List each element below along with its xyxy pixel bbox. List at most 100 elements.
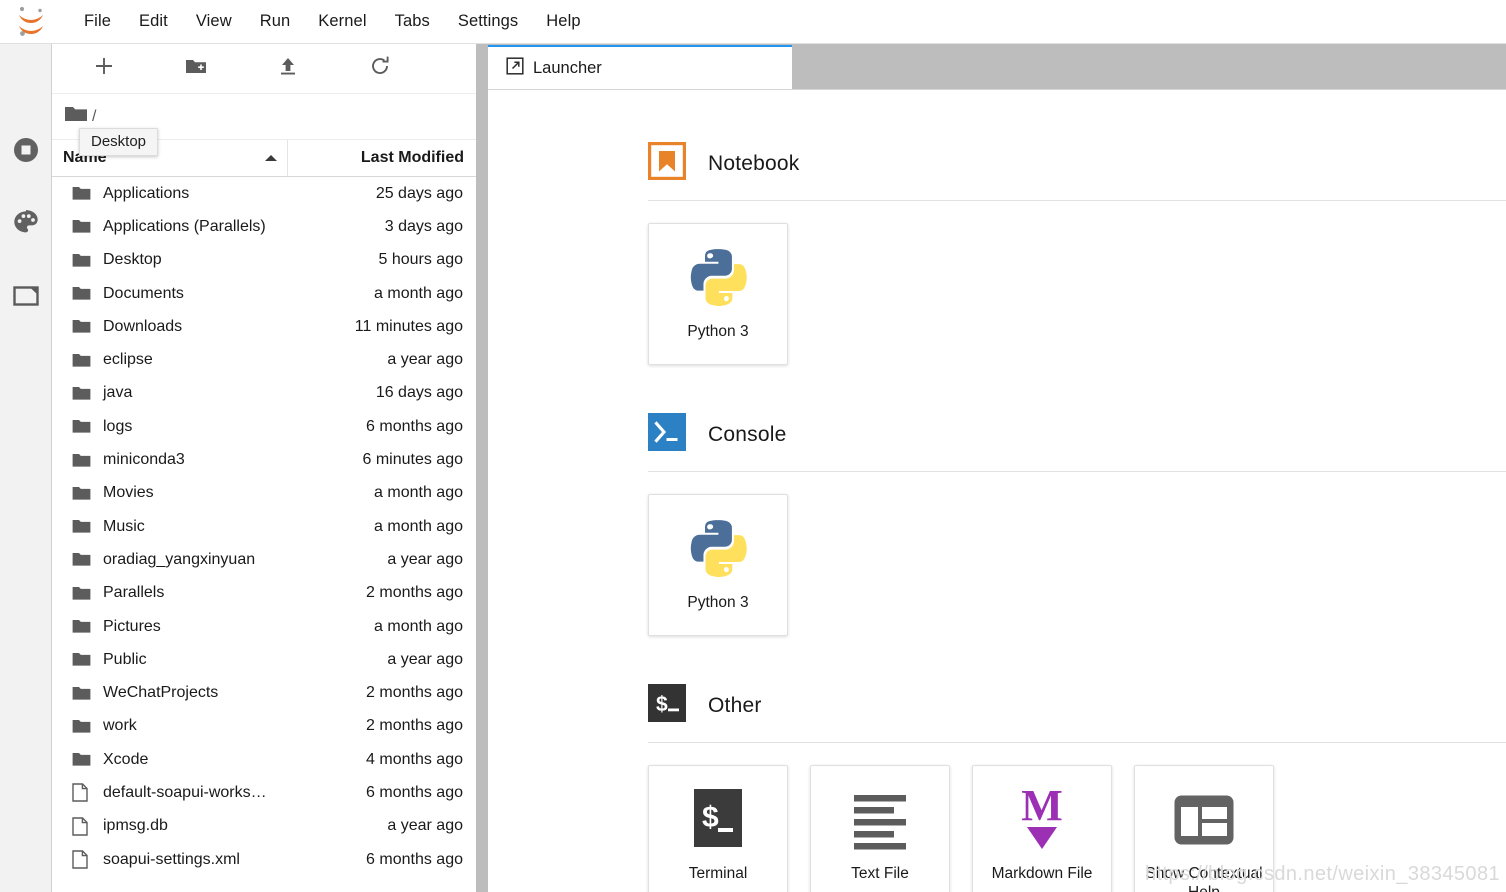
sidebar-item-commands[interactable] (0, 199, 52, 251)
file-list-item[interactable]: Pictures a month ago (52, 610, 476, 643)
column-header-last-modified[interactable]: Last Modified (288, 140, 476, 176)
launcher-section-notebook-title: Notebook (708, 151, 800, 175)
file-list-item-name: Applications (103, 184, 190, 202)
folder-icon (72, 519, 94, 534)
file-icon (72, 817, 94, 836)
panel-splitter[interactable] (476, 44, 488, 892)
file-list-item-modified: 16 days ago (375, 384, 463, 402)
file-list-item-modified: 2 months ago (366, 684, 463, 702)
menu-item-settings[interactable]: Settings (444, 8, 532, 35)
file-list-item[interactable]: miniconda3 6 minutes ago (52, 443, 476, 476)
launcher-cards-notebook: Python 3 (648, 223, 1506, 365)
upload-button[interactable] (242, 48, 334, 90)
new-launcher-button[interactable] (58, 48, 150, 90)
launcher-card-show-contextual-help-label: Show Contextual Help (1145, 865, 1263, 892)
launcher-section-console-header: Console (648, 413, 1506, 456)
python-logo-icon (685, 515, 751, 583)
menu-item-kernel[interactable]: Kernel (304, 8, 380, 35)
file-list-item[interactable]: Xcode 4 months ago (52, 743, 476, 776)
svg-text:M: M (1021, 787, 1063, 830)
file-list-item[interactable]: Applications (Parallels) 3 days ago (52, 210, 476, 243)
svg-text:$: $ (702, 801, 719, 834)
folder-icon (72, 453, 94, 468)
file-browser-toolbar (52, 44, 476, 94)
file-list-item[interactable]: soapui-settings.xml 6 months ago (52, 843, 476, 876)
file-list-item[interactable]: Documents a month ago (52, 277, 476, 310)
launcher-section-console-title: Console (708, 422, 787, 446)
menu-item-tabs[interactable]: Tabs (381, 8, 444, 35)
breadcrumb-root-folder-icon[interactable] (64, 105, 88, 128)
launcher-card-text-file-label: Text File (851, 865, 909, 882)
upload-icon (278, 55, 298, 82)
console-icon (648, 413, 686, 456)
launcher-panel: Notebook Python 3 Console Python 3 $ Oth… (488, 90, 1506, 892)
file-list-item-name: Movies (103, 484, 154, 502)
menu-item-run[interactable]: Run (246, 8, 305, 35)
file-list-item-name: logs (103, 417, 133, 435)
file-list-item[interactable]: Downloads 11 minutes ago (52, 310, 476, 343)
file-list-item[interactable]: work 2 months ago (52, 710, 476, 743)
folder-icon (72, 586, 94, 601)
launcher-card-notebook-python3[interactable]: Python 3 (648, 223, 788, 365)
sidebar-item-open-tabs[interactable] (0, 272, 52, 324)
menu-item-edit[interactable]: Edit (125, 8, 182, 35)
launcher-section-other-header: $ Other (648, 684, 1506, 727)
launcher-card-terminal[interactable]: $ Terminal (648, 765, 788, 892)
launcher-card-show-contextual-help[interactable]: Show Contextual Help (1134, 765, 1274, 892)
file-list-item-name: default-soapui-works… (103, 783, 267, 801)
refresh-button[interactable] (334, 48, 426, 90)
file-list-item[interactable]: java 16 days ago (52, 377, 476, 410)
menu-items: File Edit View Run Kernel Tabs Settings … (70, 8, 595, 35)
file-list-item[interactable]: WeChatProjects 2 months ago (52, 676, 476, 709)
file-list-item-modified: a year ago (387, 351, 463, 369)
launcher-section-notebook-header: Notebook (648, 142, 1506, 185)
menu-item-file[interactable]: File (70, 8, 125, 35)
folder-icon (72, 319, 94, 334)
file-list-item[interactable]: oradiag_yangxinyuan a year ago (52, 543, 476, 576)
launcher-section-other-title: Other (708, 693, 762, 717)
launcher-card-notebook-python3-label: Python 3 (687, 323, 749, 340)
file-list-item-name: Documents (103, 284, 184, 302)
file-list-item[interactable]: ipmsg.db a year ago (52, 810, 476, 843)
launcher-card-markdown-file[interactable]: M Markdown File (972, 765, 1112, 892)
file-list-item-modified: 6 minutes ago (362, 451, 463, 469)
file-list-item[interactable]: Public a year ago (52, 643, 476, 676)
menu-item-help[interactable]: Help (532, 8, 594, 35)
file-list-item[interactable]: Movies a month ago (52, 477, 476, 510)
file-list-item[interactable]: default-soapui-works… 6 months ago (52, 776, 476, 809)
breadcrumb: / Desktop (52, 94, 476, 156)
file-list-item[interactable]: eclipse a year ago (52, 343, 476, 376)
sidebar-item-running-terminals[interactable] (0, 126, 52, 178)
file-list-item[interactable]: Parallels 2 months ago (52, 577, 476, 610)
file-list-item-name: work (103, 717, 137, 735)
launcher-card-console-python3[interactable]: Python 3 (648, 494, 788, 636)
file-list-item-modified: a month ago (374, 484, 463, 502)
new-folder-button[interactable] (150, 48, 242, 90)
launcher-card-terminal-label: Terminal (688, 865, 748, 882)
tab-launcher[interactable]: Launcher (488, 45, 792, 90)
file-list-item[interactable]: Desktop 5 hours ago (52, 244, 476, 277)
file-list-item-name: Xcode (103, 750, 149, 768)
menu-item-view[interactable]: View (182, 8, 246, 35)
file-list-item[interactable]: Music a month ago (52, 510, 476, 543)
folder-icon (72, 219, 94, 234)
tab-launcher-label: Launcher (533, 59, 602, 77)
section-divider-other (648, 742, 1506, 743)
file-list-item-modified: 6 months ago (366, 783, 463, 801)
file-list-item-modified: 25 days ago (375, 184, 463, 202)
menu-bar: File Edit View Run Kernel Tabs Settings … (0, 0, 1506, 44)
file-list-item[interactable]: Applications 25 days ago (52, 177, 476, 210)
file-icon (72, 783, 94, 803)
launcher-card-text-file[interactable]: Text File (810, 765, 950, 892)
file-list-item[interactable]: logs 6 months ago (52, 410, 476, 443)
main-dock-area: Launcher Notebook Python 3 Console Pytho… (488, 44, 1506, 892)
folder-icon (72, 652, 94, 667)
file-list-item-name: Desktop (103, 251, 162, 269)
file-list[interactable]: Applications 25 days ago Applications (Par… (52, 177, 476, 892)
launcher-icon (506, 57, 524, 80)
file-list-item-name: WeChatProjects (103, 684, 219, 702)
folder-icon (72, 486, 94, 501)
file-list-item-name: oradiag_yangxinyuan (103, 550, 256, 568)
text-file-icon (850, 786, 910, 854)
file-list-item-modified: 5 hours ago (378, 251, 463, 269)
